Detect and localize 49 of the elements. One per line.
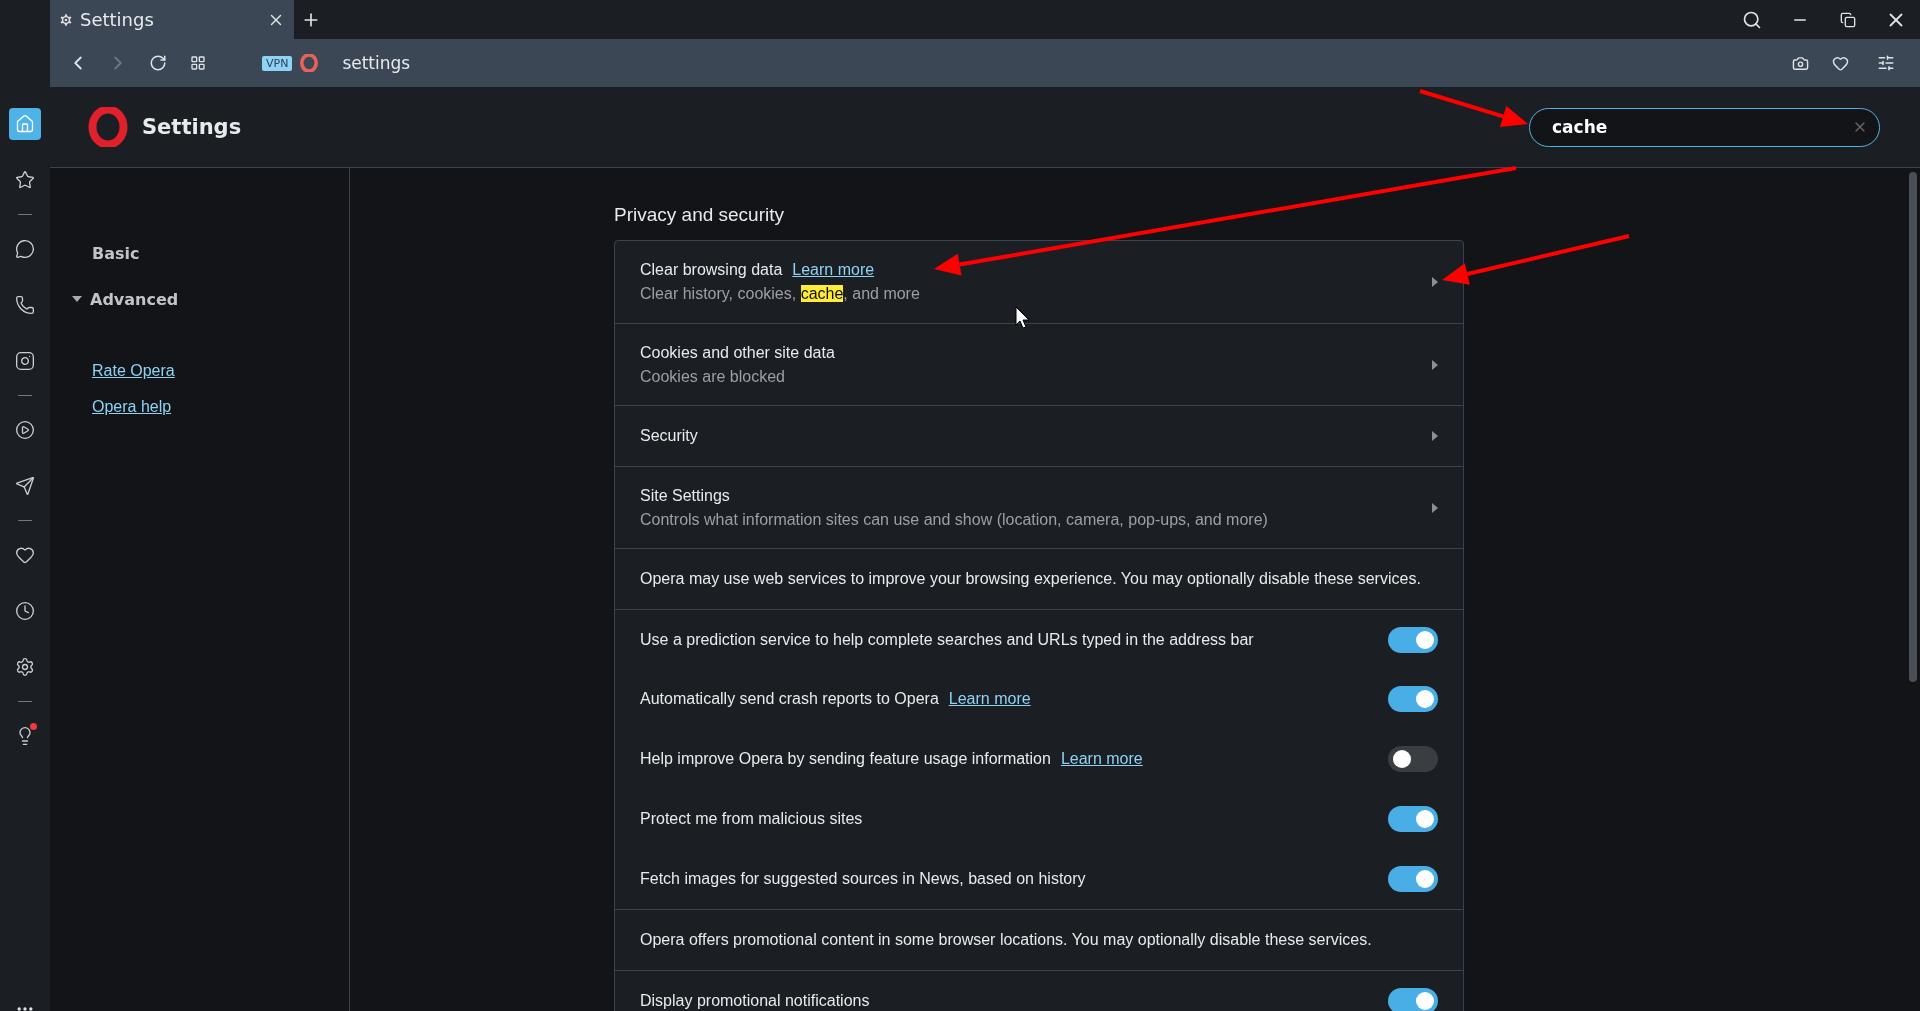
- settings-row[interactable]: Cookies and other site data Cookies are blocked: [615, 323, 1463, 405]
- row-title: Site Settings: [640, 486, 730, 505]
- learn-more-link[interactable]: Learn more: [1060, 750, 1143, 768]
- nav-item[interactable]: Advanced: [72, 276, 349, 322]
- row-subtitle: Clear history, cookies, cache, and more: [640, 285, 921, 303]
- row-subtitle: Cookies are blocked: [640, 367, 786, 386]
- learn-more-link[interactable]: Learn more: [792, 261, 875, 279]
- browser-tab[interactable]: Settings: [50, 0, 294, 39]
- o-logo-icon: [300, 54, 319, 72]
- row-title: Cookies and other site data: [640, 343, 835, 362]
- toggle-label: Protect me from malicious sites: [640, 810, 863, 828]
- settings-icon: [58, 11, 74, 28]
- section-title: Privacy and security: [614, 204, 785, 226]
- toggle-switch[interactable]: [1388, 806, 1438, 832]
- o-logo-icon: [88, 107, 128, 147]
- toggle-label: Use a prediction service to help complete searches and URLs typed in the address bar: [640, 630, 1254, 649]
- nav-link[interactable]: Opera help: [92, 398, 172, 416]
- chevron-right-icon: [1432, 431, 1438, 441]
- chevron-right-icon: [1432, 277, 1438, 287]
- toggle-label: Display promotional notifications: [640, 991, 870, 1010]
- chevron-right-icon: [1432, 359, 1438, 370]
- chevron-right-icon: [1432, 502, 1438, 513]
- toggle-switch[interactable]: [1388, 746, 1438, 772]
- settings-row[interactable]: Site Settings Controls what information sites can use and show (location, camera, pop-ups, and more): [615, 466, 1463, 548]
- toggle-switch[interactable]: [1388, 987, 1438, 1011]
- nav-link[interactable]: Rate Opera: [92, 362, 175, 380]
- toggle-label: Help improve Opera by sending feature usage information: [640, 750, 1051, 768]
- settings-row[interactable]: Clear browsing data Learn more Clear history, cookies, cache, and more: [615, 241, 1463, 323]
- search-field[interactable]: cache: [1529, 107, 1880, 147]
- toggle-label: Automatically send crash reports to Opera: [640, 690, 939, 708]
- row-subtitle: Controls what information sites can use and show (location, camera, pop-ups, and more): [640, 510, 1269, 529]
- tab-title: Settings: [80, 9, 155, 30]
- nav-item[interactable]: Basic: [92, 230, 349, 276]
- settings-row[interactable]: Security: [615, 405, 1463, 466]
- learn-more-link[interactable]: Learn more: [948, 690, 1031, 708]
- vpn-badge[interactable]: VPN: [262, 55, 293, 71]
- toggle-switch[interactable]: [1388, 686, 1438, 712]
- toggle-switch[interactable]: [1388, 866, 1438, 892]
- row-title: Clear browsing data: [640, 261, 783, 279]
- toggle-label: Fetch images for suggested sources in News, based on history: [640, 870, 1086, 888]
- toggle-switch[interactable]: [1388, 626, 1438, 653]
- mouse-cursor-icon: [1015, 306, 1030, 329]
- row-title: Security: [640, 427, 698, 445]
- scrollbar-thumb[interactable]: [1909, 172, 1917, 682]
- info-text: Opera offers promotional content in some browser locations. You may optionally disable these services.: [640, 931, 1373, 949]
- info-text: Opera may use web services to improve your browsing experience. You may optionally disable these services.: [640, 570, 1422, 588]
- address-text[interactable]: settings: [342, 53, 411, 73]
- home-icon[interactable]: [9, 108, 41, 140]
- page-title: Settings: [142, 115, 242, 139]
